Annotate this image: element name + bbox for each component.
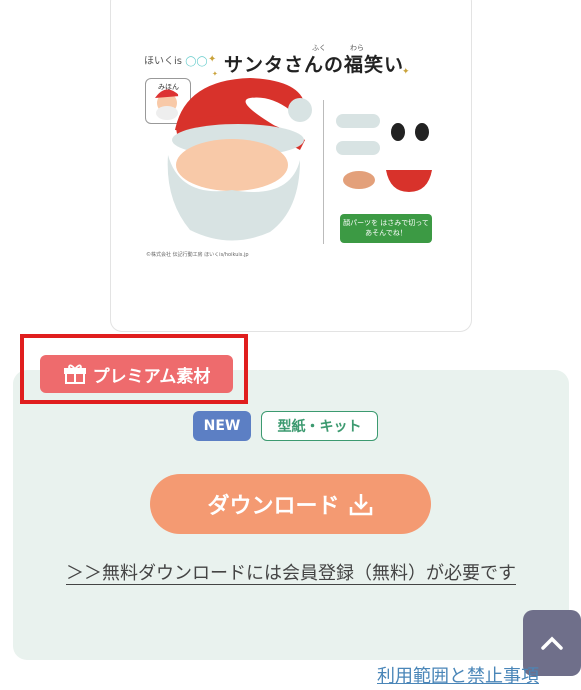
svg-text:✦: ✦ <box>212 70 218 78</box>
terms-of-use-link[interactable]: 利用範囲と禁止事項 <box>377 662 539 688</box>
svg-text:✦: ✦ <box>208 54 216 65</box>
preview-copyright: ©株式会社 伝記行動工房 ほいくis/hoikuis.jp <box>146 252 249 258</box>
chevron-up-icon <box>541 636 563 650</box>
download-button-label: ダウンロード <box>207 494 340 519</box>
premium-highlight-frame <box>20 334 248 404</box>
download-icon <box>349 494 372 516</box>
download-button[interactable]: ダウンロード <box>150 474 431 534</box>
preview-divider <box>323 100 324 244</box>
svg-text:✦: ✦ <box>402 67 410 77</box>
tag-new: NEW <box>193 411 251 441</box>
tag-pattern-kit[interactable]: 型紙・キット <box>261 411 378 441</box>
preview-hint-box: 顔パーツを はさみで切って あそんでね！ <box>340 214 432 243</box>
free-download-registration-link[interactable]: ＞＞無料ダウンロードには会員登録（無料）が必要です <box>58 556 524 591</box>
